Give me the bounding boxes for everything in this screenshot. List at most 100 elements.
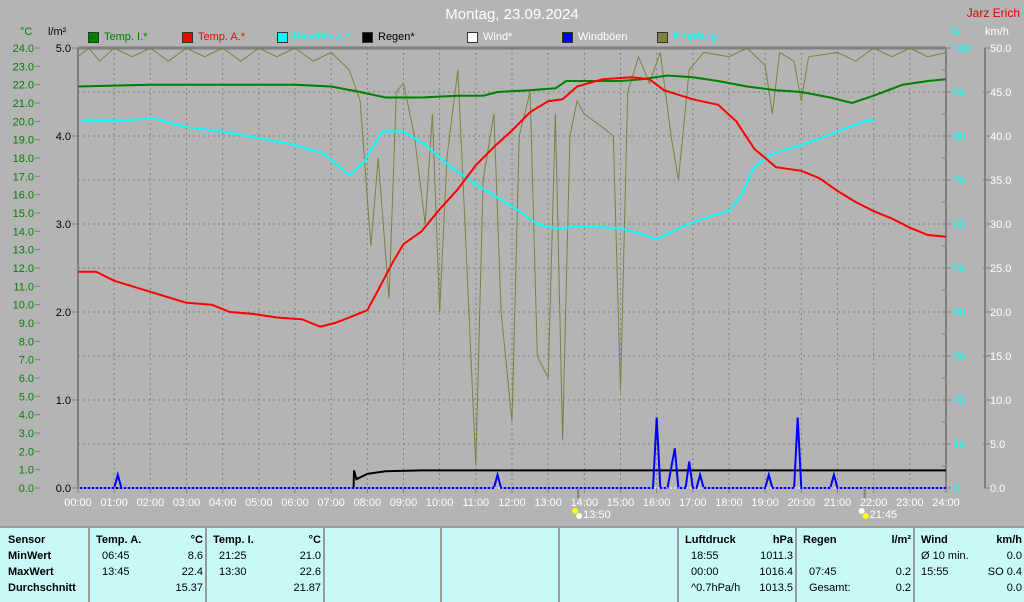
cloud-icon: [862, 513, 869, 519]
annotation-label: 21:45: [870, 509, 898, 521]
table-header: Regen: [803, 534, 837, 546]
table-time: ^0.7hPa/h: [691, 582, 741, 594]
wind-tick-label: 15.0: [990, 351, 1011, 363]
hum-tick-label: 100: [953, 43, 971, 55]
table-header: Temp. A.: [96, 534, 142, 546]
temp-tick-label: 15.0: [13, 208, 34, 220]
table-value: 0.0: [1006, 550, 1022, 562]
temp-tick-label: 5.0: [19, 391, 34, 403]
x-tick-label: 08:00: [354, 497, 382, 509]
temp-tick-label: 3.0: [19, 428, 34, 440]
chart-svg: 0.0 1.0 2.0 3.0 4.0 5.0 6.0 7.0 8.0 9.0 10.0 11.0 12…: [13, 43, 1012, 521]
rain-tick-label: 3.0: [56, 219, 71, 231]
table-value: 21.87: [293, 582, 321, 594]
temp-tick-label: 19.0: [13, 135, 34, 147]
temp-tick-label: 20.0: [13, 116, 34, 128]
table-time: 06:45: [102, 550, 130, 562]
cloud-icon: [576, 513, 583, 519]
table-col-temp_a: Temp. A. °C 06:45 8.6 13:45 22.4 15.37: [88, 528, 207, 602]
hum-tick-label: 70: [953, 175, 965, 187]
temp-tick-label: 13.0: [13, 245, 34, 257]
table-value: 0.2: [895, 566, 911, 578]
table-value: 22.4: [181, 566, 203, 578]
temp-tick-label: 4.0: [19, 410, 34, 422]
table-col-empty: [440, 528, 560, 602]
temp-tick-label: 6.0: [19, 373, 34, 385]
table-unit: °C: [190, 534, 203, 546]
x-tick-label: 24:00: [932, 497, 960, 509]
table-value: 22.6: [299, 566, 321, 578]
wind-tick-label: 25.0: [990, 263, 1011, 275]
table-time: 00:00: [691, 566, 719, 578]
wind-tick-label: 5.0: [990, 439, 1005, 451]
x-tick-label: 00:00: [64, 497, 92, 509]
stats-table: Sensor MinWert MaxWert Durchschnitt Temp. A.…: [0, 526, 1024, 602]
table-value: 1013.5: [759, 582, 793, 594]
table-col-temp_i: Temp. I. °C 21:25 21.0 13:30 22.6 21.87: [205, 528, 325, 602]
temp-tick-label: 8.0: [19, 336, 34, 348]
table-col-empty: [558, 528, 679, 602]
temp-tick-label: 0.0: [19, 483, 34, 495]
table-header: Luftdruck: [685, 534, 736, 546]
x-tick-label: 10:00: [426, 497, 454, 509]
temp-tick-label: 18.0: [13, 153, 34, 165]
x-tick-label: 20:00: [788, 497, 816, 509]
hum-tick-label: 0: [953, 483, 959, 495]
wind-tick-label: 40.0: [990, 131, 1011, 143]
x-tick-label: 21:00: [824, 497, 852, 509]
temp-tick-label: 14.0: [13, 226, 34, 238]
x-tick-label: 05:00: [245, 497, 273, 509]
table-col-sensor: Sensor MinWert MaxWert Durchschnitt: [0, 528, 88, 602]
x-tick-label: 13:00: [534, 497, 562, 509]
hum-tick-label: 80: [953, 131, 965, 143]
table-col-pressure: Luftdruck hPa 18:55 1011.3 00:00 1016.4 ^0.7hP…: [677, 528, 797, 602]
x-tick-label: 03:00: [173, 497, 201, 509]
table-header: Wind: [921, 534, 948, 546]
wind-tick-label: 10.0: [990, 395, 1011, 407]
table-time: 07:45: [809, 566, 837, 578]
temp-tick-label: 2.0: [19, 446, 34, 458]
temp-tick-label: 22.0: [13, 80, 34, 92]
temp-tick-label: 1.0: [19, 465, 34, 477]
table-value: 15.37: [175, 582, 203, 594]
table-col-empty: [323, 528, 442, 602]
x-tick-label: 17:00: [679, 497, 707, 509]
temp-tick-label: 21.0: [13, 98, 34, 110]
annotation-label: 13:50: [583, 509, 611, 521]
row-label: Durchschnitt: [8, 582, 76, 594]
x-tick-label: 04:00: [209, 497, 237, 509]
rain-tick-label: 2.0: [56, 307, 71, 319]
table-time: Gesamt:: [809, 582, 851, 594]
wind-tick-label: 0.0: [990, 483, 1005, 495]
moon-icon: [858, 508, 865, 514]
rain-tick-label: 5.0: [56, 43, 71, 55]
row-label: MinWert: [8, 550, 52, 562]
table-value: 1016.4: [759, 566, 793, 578]
temp-tick-label: 23.0: [13, 61, 34, 73]
table-value: 8.6: [187, 550, 203, 562]
sun-icon: [572, 508, 579, 514]
x-tick-label: 07:00: [317, 497, 345, 509]
table-time: 13:30: [219, 566, 247, 578]
hum-tick-label: 40: [953, 307, 965, 319]
row-label: MaxWert: [8, 566, 54, 578]
hum-tick-label: 60: [953, 219, 965, 231]
x-tick-label: 18:00: [715, 497, 743, 509]
temp-tick-label: 17.0: [13, 171, 34, 183]
table-time: 13:45: [102, 566, 130, 578]
table-value: 21.0: [299, 550, 321, 562]
x-tick-label: 02:00: [137, 497, 165, 509]
x-tick-label: 12:00: [498, 497, 526, 509]
table-unit: km/h: [996, 534, 1022, 546]
temp-tick-label: 24.0: [13, 43, 34, 55]
temp-tick-label: 16.0: [13, 190, 34, 202]
table-unit: l/m²: [891, 534, 911, 546]
rain-tick-label: 0.0: [56, 483, 71, 495]
table-time: 21:25: [219, 550, 247, 562]
temp-tick-label: 7.0: [19, 355, 34, 367]
x-tick-label: 01:00: [100, 497, 128, 509]
rain-tick-label: 4.0: [56, 131, 71, 143]
table-header: Temp. I.: [213, 534, 254, 546]
table-header: Sensor: [8, 534, 46, 546]
hum-tick-label: 90: [953, 87, 965, 99]
